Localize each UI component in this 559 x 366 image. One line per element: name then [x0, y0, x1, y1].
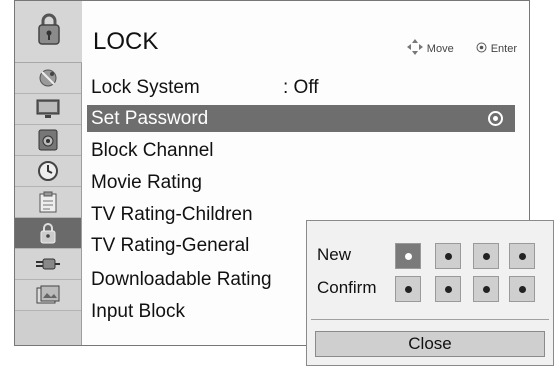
confirm-password-label: Confirm [317, 278, 377, 297]
speaker-icon [38, 129, 58, 151]
enter-hint-label: Enter [490, 42, 517, 55]
confirm-password-row: Confirm [307, 273, 553, 303]
dpad-arrows-icon [406, 39, 423, 58]
new-password-digit-4[interactable] [509, 243, 535, 269]
sidebar-item-audio[interactable] [15, 125, 81, 156]
plug-icon [35, 257, 61, 271]
menu-item-label: Set Password [91, 108, 209, 129]
new-password-digit-2[interactable] [435, 243, 461, 269]
set-password-dialog: New Confirm Close [306, 220, 554, 366]
divider [311, 319, 549, 320]
photo-icon [36, 285, 60, 305]
padlock-icon [39, 222, 57, 244]
menu-item-set-password[interactable]: Set Password [87, 105, 515, 132]
sidebar-item-option[interactable] [15, 187, 81, 218]
sidebar-item-input[interactable] [15, 249, 81, 280]
new-password-digit-3[interactable] [473, 243, 499, 269]
menu-item-lock-system[interactable]: Lock System : Off [87, 74, 515, 101]
menu-item-label: TV Rating-General [91, 235, 250, 256]
navigation-hints: Move Enter [406, 39, 517, 58]
padlock-icon [36, 12, 62, 51]
sidebar-header [15, 1, 82, 63]
sidebar-item-media[interactable] [15, 280, 81, 311]
menu-item-label: Input Block [91, 301, 185, 322]
confirm-password-digit-4[interactable] [509, 276, 535, 302]
menu-item-label: Movie Rating [91, 172, 202, 193]
clipboard-icon [38, 191, 58, 213]
clock-icon [37, 160, 59, 182]
menu-item-label: TV Rating-Children [91, 204, 253, 225]
sidebar-item-lock[interactable] [15, 218, 81, 249]
menu-item-label: Block Channel [91, 140, 214, 161]
menu-item-block-channel[interactable]: Block Channel [87, 137, 515, 164]
menu-item-label: Lock System [91, 77, 200, 98]
sidebar-item-picture[interactable] [15, 94, 81, 125]
confirm-password-digit-3[interactable] [473, 276, 499, 302]
satellite-dish-icon [37, 67, 59, 89]
page-title: LOCK [93, 28, 159, 55]
sidebar-item-channel-setup[interactable] [15, 63, 81, 94]
sidebar-item-time[interactable] [15, 156, 81, 187]
menu-item-movie-rating[interactable]: Movie Rating [87, 169, 515, 196]
move-hint-label: Move [426, 42, 454, 55]
new-password-digit-1[interactable] [395, 243, 421, 269]
sidebar [15, 1, 82, 345]
menu-item-label: Downloadable Rating [91, 269, 272, 290]
new-password-row: New [307, 240, 553, 270]
ok-circle-icon [476, 42, 487, 56]
lock-system-value: : Off [283, 77, 319, 98]
confirm-password-digit-2[interactable] [435, 276, 461, 302]
confirm-password-digit-1[interactable] [395, 276, 421, 302]
new-password-label: New [317, 245, 352, 264]
close-button[interactable]: Close [315, 331, 545, 357]
ok-circle-icon [488, 111, 503, 126]
monitor-icon [36, 99, 60, 119]
